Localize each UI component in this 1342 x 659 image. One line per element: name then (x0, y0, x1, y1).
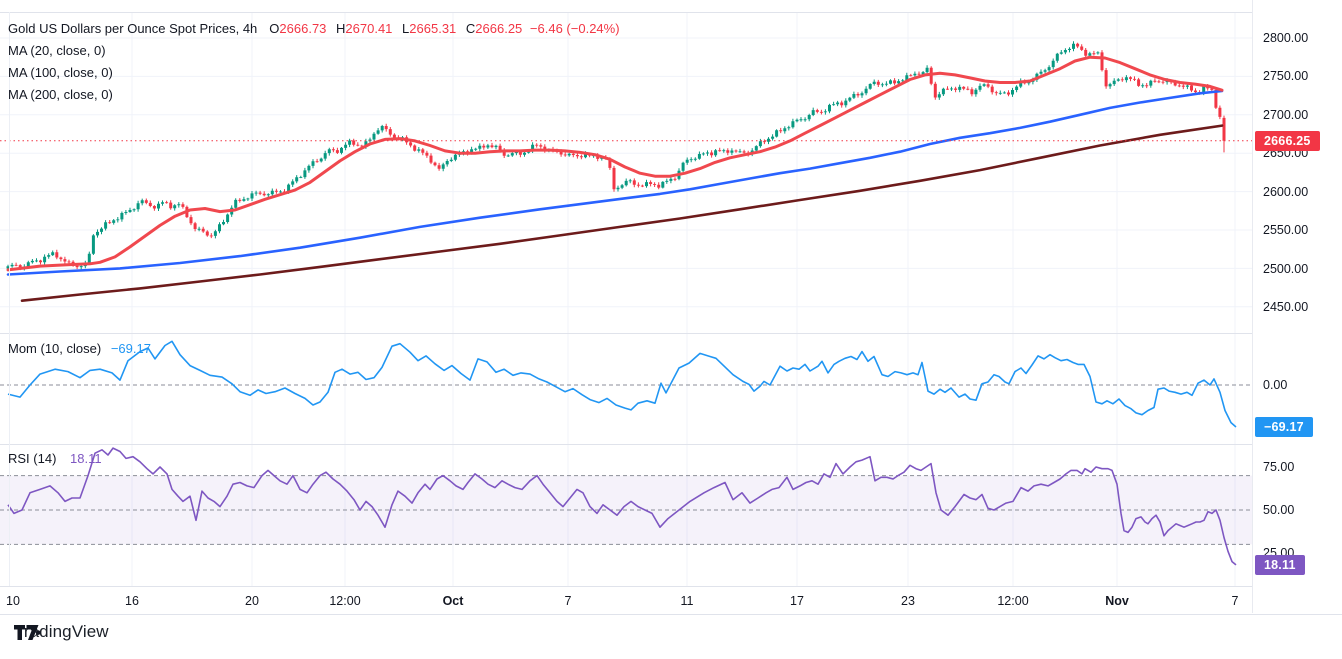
price-scale[interactable]: 2800.002750.002700.002650.002600.002550.… (1252, 0, 1342, 613)
symbol-title-row[interactable]: Gold US Dollars per Ounce Spot Prices, 4… (8, 18, 620, 40)
close-value: 2666.25 (475, 21, 522, 36)
time-label: 23 (901, 594, 915, 608)
ma200-legend-row[interactable]: MA (200, close, 0) (8, 84, 620, 106)
time-label: 17 (790, 594, 804, 608)
time-label: Nov (1105, 594, 1129, 608)
ma100-legend-row[interactable]: MA (100, close, 0) (8, 62, 620, 84)
high-label: H (336, 21, 345, 36)
scale-label: 2550.00 (1263, 223, 1308, 237)
momentum-legend-row[interactable]: Mom (10, close) −69.17 (8, 341, 151, 356)
rsi-legend-label: RSI (14) (8, 451, 56, 466)
scale-label: 2450.00 (1263, 300, 1308, 314)
scale-label: 75.00 (1263, 460, 1294, 474)
time-label: 7 (1232, 594, 1239, 608)
scale-label: 2800.00 (1263, 31, 1308, 45)
time-label: 10 (6, 594, 20, 608)
momentum-line (8, 341, 1236, 427)
scale-label: 2700.00 (1263, 108, 1308, 122)
ma20-legend-label: MA (20, close, 0) (8, 40, 106, 62)
time-label: 20 (245, 594, 259, 608)
close-label: C (466, 21, 475, 36)
momentum-value: −69.17 (111, 341, 151, 356)
ma100-legend-label: MA (100, close, 0) (8, 62, 113, 84)
high-value: 2670.41 (345, 21, 392, 36)
tradingview-attribution[interactable]: TradingView (14, 622, 109, 642)
scale-label: 2750.00 (1263, 69, 1308, 83)
ma200-legend-label: MA (200, close, 0) (8, 84, 113, 106)
momentum-pane-canvas[interactable] (0, 333, 1252, 444)
open-label: O (269, 21, 279, 36)
time-label: Oct (443, 594, 464, 608)
pane-separator-rsi[interactable] (0, 444, 1342, 445)
scale-value-badge: 2666.25 (1255, 131, 1320, 151)
ohlc-readout: O2666.73 H2670.41 L2665.31 C2666.25 −6.4… (263, 18, 619, 40)
time-label: 11 (681, 594, 694, 608)
scale-label: 2600.00 (1263, 185, 1308, 199)
scale-label: 0.00 (1263, 378, 1287, 392)
tradingview-logo-icon (14, 624, 41, 641)
change-value: −6.46 (−0.24%) (530, 21, 620, 36)
chart-app: Gold US Dollars per Ounce Spot Prices, 4… (0, 0, 1342, 659)
open-value: 2666.73 (279, 21, 326, 36)
ma20-legend-row[interactable]: MA (20, close, 0) (8, 40, 620, 62)
price-pane-legend: Gold US Dollars per Ounce Spot Prices, 4… (8, 18, 620, 106)
time-label: 7 (565, 594, 572, 608)
momentum-grid (132, 333, 1235, 444)
time-label: 16 (125, 594, 139, 608)
time-label: 12:00 (329, 594, 360, 608)
momentum-legend-label: Mom (10, close) (8, 341, 101, 356)
low-value: 2665.31 (409, 21, 456, 36)
pane-separator-mom[interactable] (0, 333, 1342, 334)
rsi-pane-canvas[interactable] (0, 444, 1252, 586)
time-scale[interactable]: 10 16 20 12:00 Oct 7 11 17 23 12:00 Nov 7 (0, 586, 1342, 615)
scale-label: 50.00 (1263, 503, 1294, 517)
scale-value-badge: 18.11 (1255, 555, 1305, 575)
pane-top-border (0, 12, 1342, 13)
scale-value-badge: −69.17 (1255, 417, 1313, 437)
rsi-value: 18.11 (70, 451, 102, 466)
scale-label: 2500.00 (1263, 262, 1308, 276)
rsi-legend-row[interactable]: RSI (14) 18.11 (8, 451, 102, 466)
ma200-line (22, 126, 1222, 301)
symbol-title: Gold US Dollars per Ounce Spot Prices, 4… (8, 18, 257, 40)
time-label: 12:00 (997, 594, 1028, 608)
